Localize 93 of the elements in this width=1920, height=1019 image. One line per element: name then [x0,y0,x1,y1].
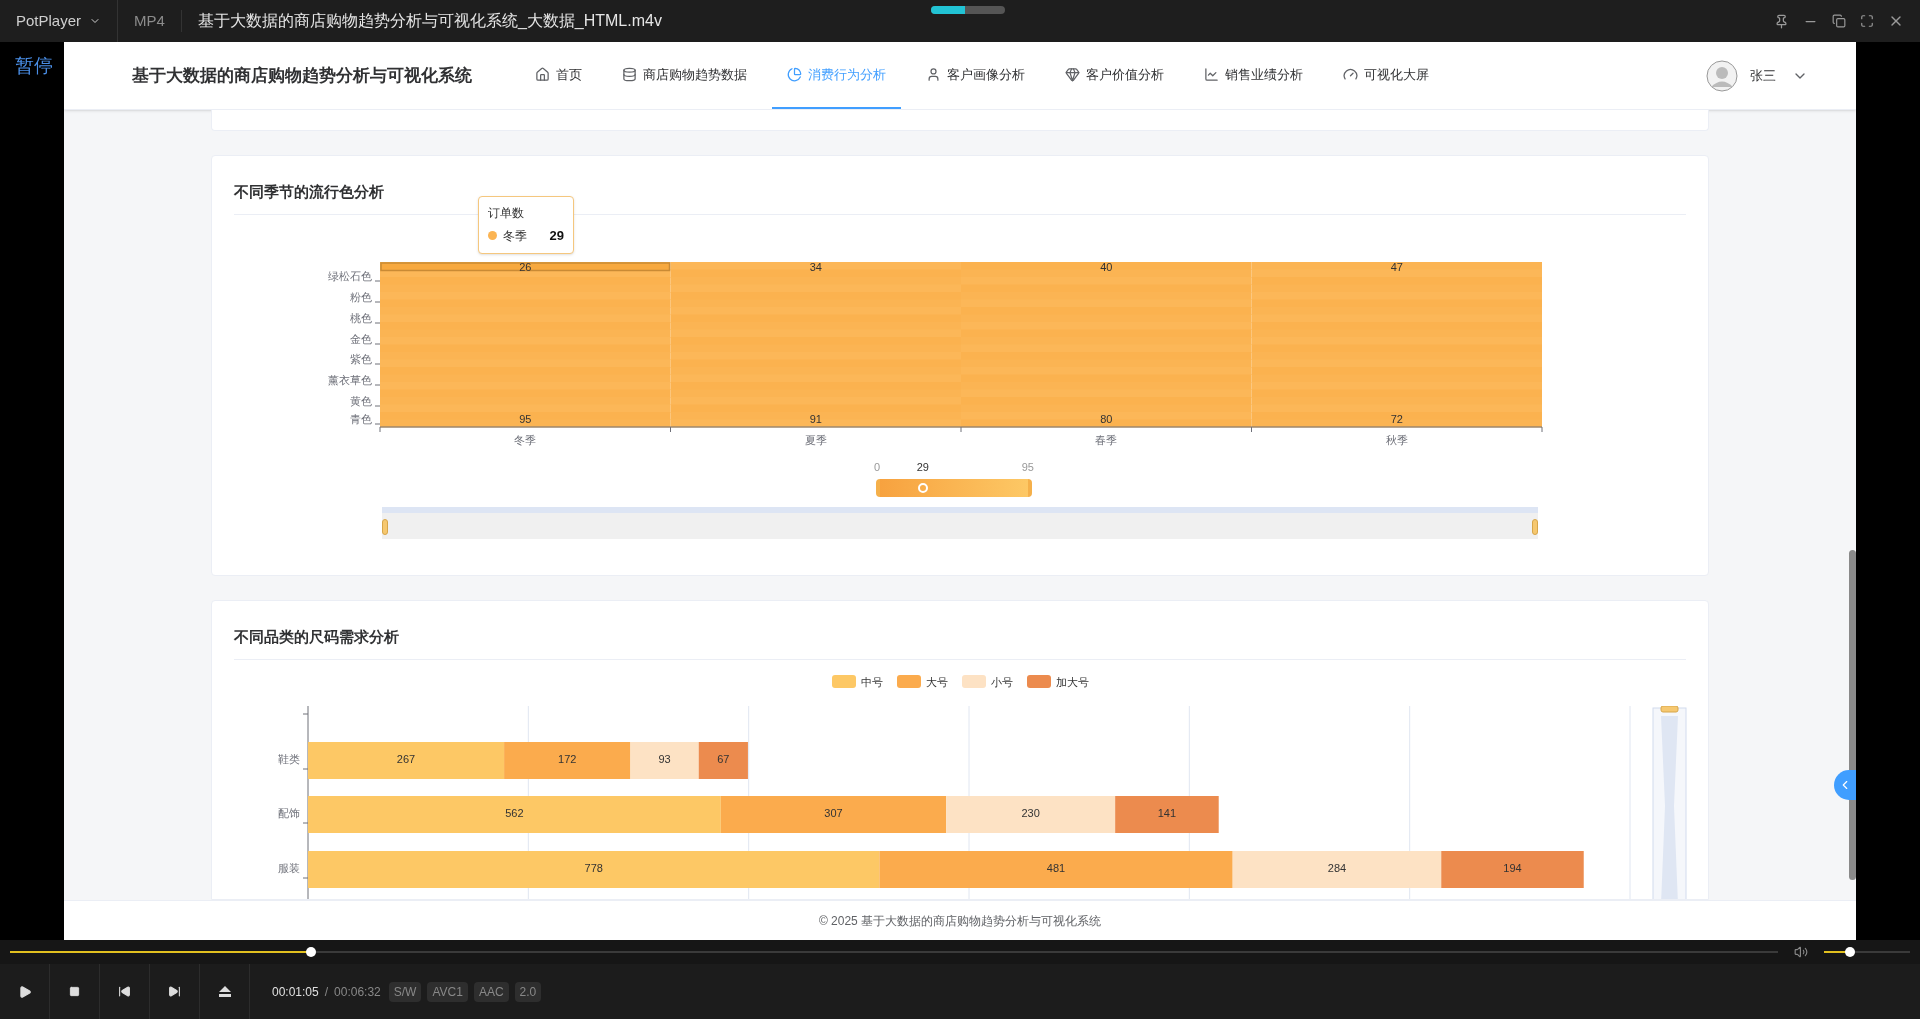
seek-handle[interactable] [305,947,316,957]
home-icon [535,67,550,82]
color-range-bar[interactable] [876,478,1032,497]
legend-label[interactable]: 大号 [925,673,948,690]
window-title: 基于大数据的商店购物趋势分析与可视化系统_大数据_HTML.m4v [196,11,663,31]
tooltip-series: 冬季 [503,227,527,245]
tooltip-value: 29 [549,227,564,245]
line-chart-icon [1204,67,1219,82]
nav-tab[interactable]: 客户画像分析 [911,42,1040,109]
codec-badge[interactable]: AAC [473,981,509,1002]
nav-tab[interactable]: 商店购物趋势数据 [607,42,762,109]
bar-value: 778 [584,862,603,875]
database-icon [622,67,637,82]
range-handle[interactable] [917,482,928,493]
bar-value: 284 [1327,862,1347,875]
x-axis-label: 秋季 [1385,433,1408,446]
y-axis-label: 黄色 [350,394,372,407]
user-name[interactable]: 张三 [1750,65,1776,86]
card-title: 不同品类的尺码需求分析 [234,601,1686,660]
vertical-zoom-slider[interactable] [1652,706,1687,899]
bar-value: 481 [1046,862,1066,875]
total-time: 00:06:32 [334,983,381,1001]
zoom-handle[interactable] [382,518,388,535]
play-icon [17,984,32,999]
eject-icon [218,986,231,997]
cell-value: 91 [809,412,822,425]
x-axis-label: 春季 [1095,433,1118,446]
cell-value: 47 [1390,260,1403,273]
bar-value: 67 [717,753,730,766]
codec-badge[interactable]: 2.0 [514,981,542,1002]
cell-value: 80 [1100,412,1113,425]
gem-icon [1065,67,1080,82]
avatar-icon [1706,59,1738,92]
bar-value: 194 [1503,862,1522,875]
cell-value: 26 [519,260,532,273]
bar-value: 172 [558,753,577,766]
previous-icon [118,985,131,998]
x-axis-label: 冬季 [514,433,537,446]
y-axis-label: 紫色 [350,352,372,365]
codec-badge[interactable]: AVC1 [427,981,468,1002]
volume-icon[interactable] [1794,945,1808,959]
cell-value: 40 [1100,260,1113,273]
tooltip-title: 订单数 [488,205,525,222]
nav-tab[interactable]: 首页 [520,42,597,109]
legend-label[interactable]: 加大号 [1055,673,1089,690]
brand-title: 基于大数据的商店购物趋势分析与可视化系统 [132,64,472,87]
legend-label[interactable]: 中号 [860,673,883,690]
pause-overlay-text: 暂停 [15,55,53,76]
volume-handle[interactable] [1844,947,1855,957]
y-axis-label: 金色 [350,332,372,345]
pie-chart-icon [787,67,802,82]
zoom-handle[interactable] [1532,518,1538,535]
range-min-label: 0 [874,459,881,475]
bar-value: 307 [824,807,843,820]
nav-tab[interactable]: 客户价值分析 [1050,42,1179,109]
copyright-text: © 2025 基于大数据的商店购物趋势分析与可视化系统 [818,912,1102,930]
user-icon [926,67,941,82]
cell-value: 34 [809,260,822,273]
nav-tab[interactable]: 可视化大屏 [1328,42,1444,109]
scrollbar[interactable] [1849,550,1856,880]
gauge-icon [1343,67,1358,82]
y-axis-label: 配饰 [278,807,300,820]
elapsed-time: 00:01:05 [272,983,319,1001]
zoom-slider[interactable] [382,506,1538,539]
nav-tab[interactable]: 销售业绩分析 [1189,42,1318,109]
y-axis-label: 桃色 [350,311,372,324]
time-separator: / [324,983,329,1001]
cell-value: 95 [519,412,532,425]
codec-badge[interactable]: S/W [388,981,422,1002]
restore-icon[interactable] [1832,14,1846,28]
range-max-label: 95 [1021,459,1034,475]
cell-value: 72 [1390,412,1403,425]
x-axis-label: 夏季 [804,433,827,446]
bar-value: 267 [396,753,416,766]
y-axis-label: 薰衣草色 [328,373,372,386]
bar-value: 230 [1021,807,1040,820]
collapse-button[interactable] [1834,770,1856,800]
y-axis-label: 绿松石色 [328,269,372,282]
format-label: MP4 [118,9,182,33]
y-axis-label: 鞋类 [278,753,300,766]
y-axis-label: 服装 [278,862,300,875]
fullscreen-icon[interactable] [1860,14,1874,28]
bar-value: 141 [1157,807,1177,820]
range-value-label: 29 [916,459,929,475]
pin-icon[interactable] [1774,13,1789,29]
legend-label[interactable]: 小号 [990,673,1013,690]
next-icon [168,985,181,998]
bar-value: 93 [658,753,671,766]
bar-segment [698,742,748,779]
y-axis-label: 青色 [350,412,372,425]
stop-icon [69,986,80,997]
bar-value: 562 [505,807,524,820]
y-axis-label: 粉色 [350,290,372,303]
